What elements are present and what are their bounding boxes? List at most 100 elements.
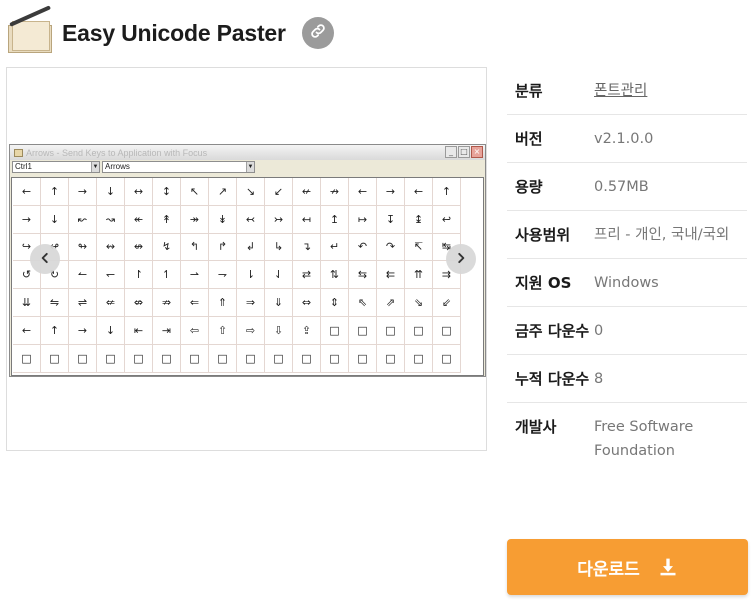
header: Easy Unicode Paster xyxy=(6,5,334,56)
symbol-cell: ↚ xyxy=(293,178,321,206)
symbol-cell: ↤ xyxy=(293,205,321,234)
info-key: 사용범위 xyxy=(515,226,571,244)
symbol-cell: ↷ xyxy=(377,233,405,262)
symbol-cell: ↥ xyxy=(321,205,349,234)
symbol-cell: □ xyxy=(13,344,41,373)
info-key: 용량 xyxy=(515,178,543,196)
info-value: 0.57MB xyxy=(594,179,649,195)
symbol-cell: ⇏ xyxy=(153,289,181,317)
symbol-cell: ⇑ xyxy=(209,289,237,317)
info-row-total-downloads: 누적 다운수 8 xyxy=(507,355,747,403)
symbol-cell: □ xyxy=(377,316,405,345)
symbol-cell: ⇇ xyxy=(377,261,405,290)
symbol-cell: ⇎ xyxy=(125,289,153,317)
symbol-cell: ↿ xyxy=(153,261,181,290)
window-titlebar: Arrows - Send Keys to Application with F… xyxy=(10,145,485,160)
symbol-cell: □ xyxy=(321,316,349,345)
symbol-cell: → xyxy=(69,316,97,345)
symbol-cell: ↑ xyxy=(41,178,69,206)
symbol-cell: ⇅ xyxy=(321,261,349,290)
symbol-cell: □ xyxy=(125,344,153,373)
app-window-preview: Arrows - Send Keys to Application with F… xyxy=(9,144,486,377)
modifier-combo: Ctrl1 ▼ xyxy=(12,161,100,173)
info-value: Windows xyxy=(594,275,659,291)
category-combo-value: Arrows xyxy=(105,162,130,171)
info-row-license: 사용범위 프리 - 개인, 국내/국외 xyxy=(507,211,747,259)
symbol-cell: ⇍ xyxy=(97,289,125,317)
symbol-cell: ⇤ xyxy=(125,316,153,345)
symbol-cell: □ xyxy=(293,344,321,373)
chevron-right-icon xyxy=(454,250,468,269)
window-controls: _ □ × xyxy=(445,146,483,158)
info-row-weekly-downloads: 금주 다운수 0 xyxy=(507,307,747,355)
symbol-cell: ↯ xyxy=(153,233,181,262)
symbol-cell: □ xyxy=(433,344,461,373)
symbol-cell: ← xyxy=(13,178,41,206)
symbol-cell: → xyxy=(69,178,97,206)
symbol-cell: ↑ xyxy=(41,316,69,345)
symbol-cell: ↖ xyxy=(181,178,209,206)
symbol-cell: □ xyxy=(433,316,461,345)
quill-paper-icon xyxy=(6,5,54,53)
window-toolbar: Ctrl1 ▼ Arrows ▼ xyxy=(10,160,485,174)
symbol-cell: ↓ xyxy=(97,178,125,206)
category-link[interactable]: 폰트관리 xyxy=(594,79,747,103)
symbol-cell: ⇈ xyxy=(405,261,433,290)
symbol-cell: ↨ xyxy=(405,205,433,234)
symbol-cell: ↓ xyxy=(97,316,125,345)
next-screenshot-button[interactable] xyxy=(446,244,476,274)
download-icon xyxy=(658,557,678,577)
symbol-cell: ⇄ xyxy=(293,261,321,290)
symbol-cell: □ xyxy=(377,344,405,373)
symbol-cell: ↡ xyxy=(209,205,237,234)
symbol-cell: ↕ xyxy=(153,178,181,206)
info-value: 0 xyxy=(594,323,604,339)
symbol-cell: □ xyxy=(41,344,69,373)
download-button[interactable]: 다운로드 xyxy=(507,539,748,595)
symbol-cell: ↶ xyxy=(349,233,377,262)
symbol-cell: □ xyxy=(405,344,433,373)
window-app-icon xyxy=(14,148,23,157)
symbol-cell: ⇃ xyxy=(265,261,293,290)
symbol-cell: ⇕ xyxy=(321,289,349,317)
symbol-cell: ↽ xyxy=(97,261,125,290)
info-key: 금주 다운수 xyxy=(515,322,590,340)
info-key: 분류 xyxy=(515,82,543,100)
symbol-cell: □ xyxy=(405,316,433,345)
maximize-button: □ xyxy=(458,146,470,158)
modifier-combo-value: Ctrl1 xyxy=(15,162,32,171)
symbol-cell: ↝ xyxy=(97,205,125,234)
symbol-cell: ↱ xyxy=(209,233,237,262)
symbol-cell: □ xyxy=(153,344,181,373)
symbol-cell: ↘ xyxy=(237,178,265,206)
symbol-cell: ⇦ xyxy=(181,316,209,345)
symbol-cell: ↞ xyxy=(125,205,153,234)
info-row-version: 버전 v2.1.0.0 xyxy=(507,115,747,163)
symbol-cell: □ xyxy=(97,344,125,373)
symbol-cell: ⇪ xyxy=(293,316,321,345)
symbol-cell: ⇨ xyxy=(237,316,265,345)
symbol-cell: ↜ xyxy=(69,205,97,234)
symbol-cell: □ xyxy=(237,344,265,373)
symbol-cell: ⇖ xyxy=(349,289,377,317)
symbol-cell: ↩ xyxy=(433,205,461,234)
symbol-cell: ← xyxy=(405,178,433,206)
close-button: × xyxy=(471,146,483,158)
prev-screenshot-button[interactable] xyxy=(30,244,60,274)
symbol-cell: ↾ xyxy=(125,261,153,290)
link-button[interactable] xyxy=(301,17,334,49)
symbol-cell: ⇔ xyxy=(293,289,321,317)
symbol-cell: □ xyxy=(321,344,349,373)
symbol-cell: ↭ xyxy=(97,233,125,262)
symbol-cell: □ xyxy=(209,344,237,373)
info-key: 누적 다운수 xyxy=(515,370,590,388)
symbol-cell: ↧ xyxy=(377,205,405,234)
symbol-cell: ⇋ xyxy=(41,289,69,317)
symbol-cell: ← xyxy=(13,316,41,345)
symbol-cell: ↦ xyxy=(349,205,377,234)
symbol-cell: ⇥ xyxy=(153,316,181,345)
symbol-cell: ↴ xyxy=(293,233,321,262)
info-value: v2.1.0.0 xyxy=(594,131,654,147)
symbol-cell: ↔ xyxy=(125,178,153,206)
software-info-table: 분류 폰트관리 버전 v2.1.0.0 용량 0.57MB 사용범위 프리 - … xyxy=(507,67,747,474)
